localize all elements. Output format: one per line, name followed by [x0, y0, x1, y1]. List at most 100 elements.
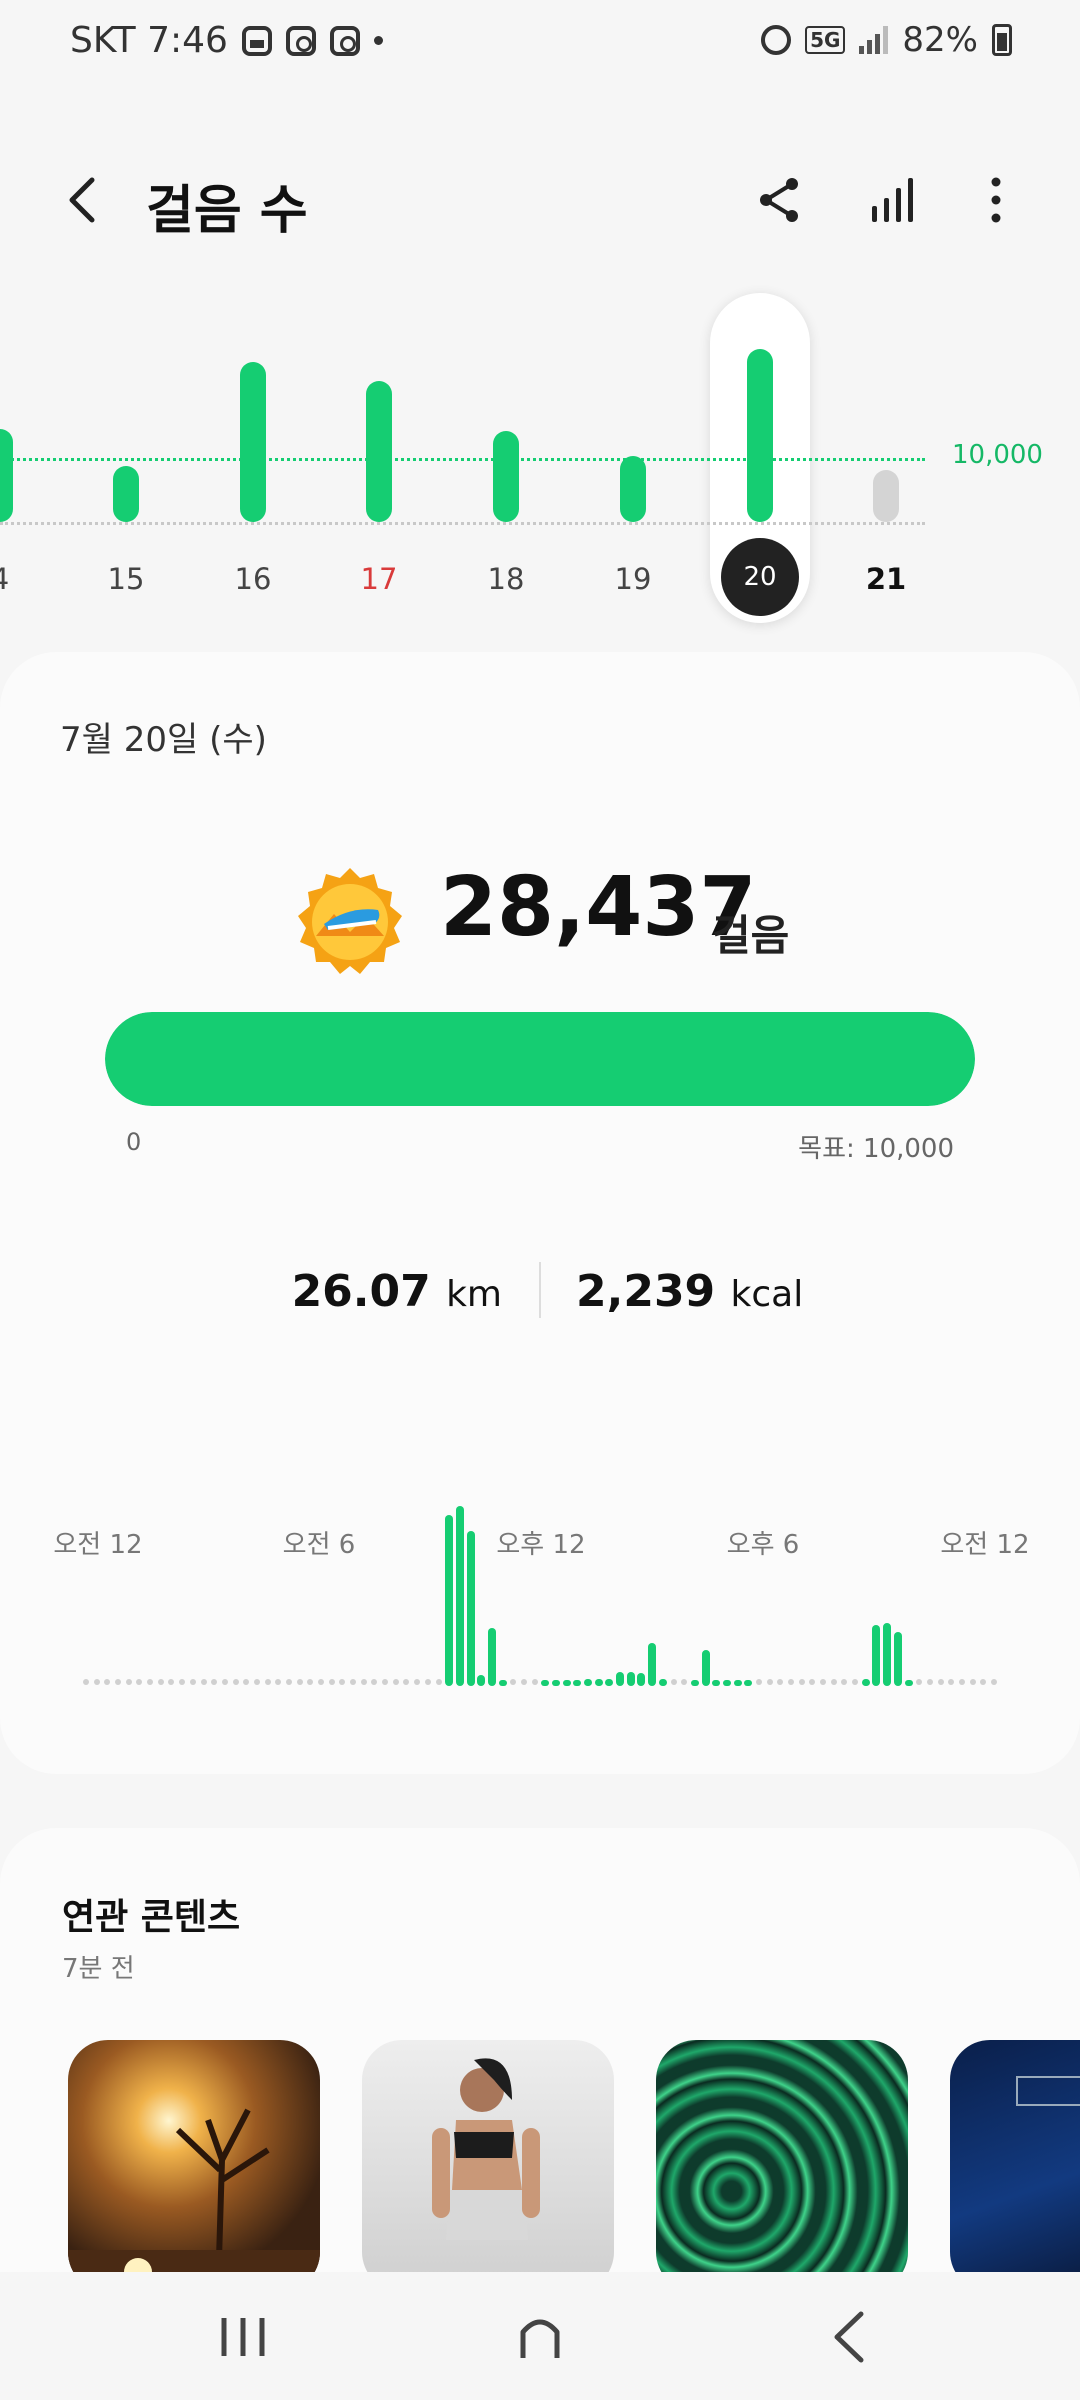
album-logo-icon	[1016, 2076, 1080, 2106]
day-bar-21[interactable]	[873, 470, 899, 522]
steps-total: 28,437 걸음	[0, 860, 1080, 980]
hour-empty-dot	[830, 1679, 837, 1685]
hour-empty-dot	[83, 1679, 89, 1685]
hour-empty-dot	[991, 1679, 997, 1685]
day-label-4[interactable]: 4	[0, 562, 35, 596]
hour-bar	[573, 1680, 582, 1686]
day-bar-17[interactable]	[366, 381, 392, 522]
hour-bar	[648, 1643, 657, 1686]
steps-progress-bar	[105, 1012, 975, 1106]
hour-bar	[722, 1680, 731, 1686]
fitness-thumbnail[interactable]	[362, 2040, 614, 2292]
distance-value: 26.07	[291, 1266, 431, 1317]
hour-bar	[445, 1515, 454, 1686]
calories-unit: kcal	[730, 1274, 804, 1315]
green-abstract-thumbnail[interactable]	[656, 2040, 908, 2292]
hour-empty-dot	[531, 1679, 538, 1685]
battery-percent: 82%	[902, 20, 978, 60]
hour-bar	[552, 1680, 561, 1686]
hour-bar	[605, 1679, 614, 1686]
hour-bar	[861, 1679, 870, 1686]
hour-empty-dot	[157, 1679, 164, 1685]
hour-label: 오전 12	[940, 1530, 1030, 1560]
hour-empty-dot	[93, 1679, 100, 1685]
recents-button[interactable]	[208, 2302, 278, 2372]
hour-bar	[541, 1680, 550, 1686]
day-label-16[interactable]: 16	[218, 562, 288, 596]
goal-line	[0, 458, 925, 461]
back-nav-button[interactable]	[815, 2302, 885, 2372]
hour-empty-dot	[766, 1679, 773, 1685]
hour-empty-dot	[350, 1679, 357, 1685]
hour-bar	[477, 1675, 486, 1686]
related-content-card: 연관 콘텐츠 7분 전	[0, 1828, 1080, 2348]
activity-metrics: 26.07 km 2,239 kcal	[0, 1260, 1080, 1330]
hour-empty-dot	[328, 1679, 335, 1685]
day-bar-19[interactable]	[620, 456, 646, 522]
carrier-time: SKT 7:46	[70, 20, 228, 61]
hour-bar	[466, 1531, 475, 1686]
goal-line-label: 10,000	[952, 440, 1043, 470]
distance-unit: km	[446, 1274, 502, 1315]
hour-bar	[744, 1680, 753, 1686]
hour-empty-dot	[147, 1679, 154, 1685]
day-bar-16[interactable]	[240, 362, 266, 522]
day-label-21[interactable]: 21	[851, 562, 921, 596]
alarm-icon	[761, 25, 792, 55]
back-button[interactable]	[56, 172, 112, 228]
more-button[interactable]	[968, 172, 1024, 228]
home-button[interactable]	[505, 2302, 575, 2372]
hour-empty-dot	[798, 1679, 805, 1685]
trends-button[interactable]	[866, 172, 922, 228]
hour-empty-dot	[318, 1679, 324, 1685]
hour-empty-dot	[852, 1679, 859, 1685]
hour-bar	[690, 1680, 699, 1686]
day-bar-20[interactable]	[747, 349, 773, 522]
status-bar: SKT 7:46 5G 82%	[0, 0, 1080, 90]
hour-label: 오후 12	[496, 1530, 586, 1560]
hour-empty-dot	[211, 1679, 218, 1685]
day-bar-15[interactable]	[113, 466, 139, 522]
day-bar-4[interactable]	[0, 429, 13, 522]
progress-min-label: 0	[126, 1128, 142, 1156]
hour-bar	[904, 1680, 913, 1686]
hour-bar	[872, 1625, 881, 1686]
music-thumbnail[interactable]	[950, 2040, 1080, 2292]
day-label-18[interactable]: 18	[471, 562, 541, 596]
sunset-thumbnail[interactable]	[68, 2040, 320, 2292]
daily-summary-card: 7월 20일 (수) 28,437 걸음 0 목표: 10,000 26.07 …	[0, 652, 1080, 1774]
hour-empty-dot	[980, 1679, 987, 1685]
day-label-20[interactable]: 20	[721, 538, 799, 616]
hour-bar	[594, 1679, 603, 1686]
progress-goal-label: 목표: 10,000	[798, 1134, 954, 1164]
hour-empty-dot	[820, 1679, 827, 1685]
day-bar-18[interactable]	[493, 431, 519, 522]
hour-bar	[616, 1672, 625, 1686]
battery-icon	[992, 24, 1012, 56]
app-header: 걸음 수	[0, 150, 1080, 250]
instagram-icon	[329, 25, 360, 56]
hour-bar	[584, 1679, 593, 1686]
weekly-steps-chart[interactable]: 10,000 4 15 16 17 18 19 20 21	[0, 290, 1080, 630]
hour-label: 오후 6	[726, 1530, 800, 1560]
steps-unit: 걸음	[712, 911, 790, 960]
hour-empty-dot	[392, 1679, 399, 1685]
hour-empty-dot	[958, 1679, 965, 1685]
steps-count: 28,437	[440, 860, 757, 955]
hour-empty-dot	[520, 1679, 527, 1685]
hour-empty-dot	[125, 1679, 132, 1685]
hour-empty-dot	[510, 1679, 517, 1685]
day-label-17[interactable]: 17	[344, 562, 414, 596]
day-label-19[interactable]: 19	[598, 562, 668, 596]
more-icon	[991, 177, 1001, 223]
hour-empty-dot	[307, 1679, 314, 1685]
hour-empty-dot	[253, 1679, 260, 1685]
hour-empty-dot	[424, 1679, 431, 1685]
home-icon	[520, 2319, 560, 2358]
calories-value: 2,239	[576, 1266, 716, 1317]
day-label-15[interactable]: 15	[91, 562, 161, 596]
hour-empty-dot	[221, 1679, 228, 1685]
hour-empty-dot	[264, 1679, 271, 1685]
hour-empty-dot	[115, 1679, 122, 1685]
share-button[interactable]	[752, 172, 808, 228]
